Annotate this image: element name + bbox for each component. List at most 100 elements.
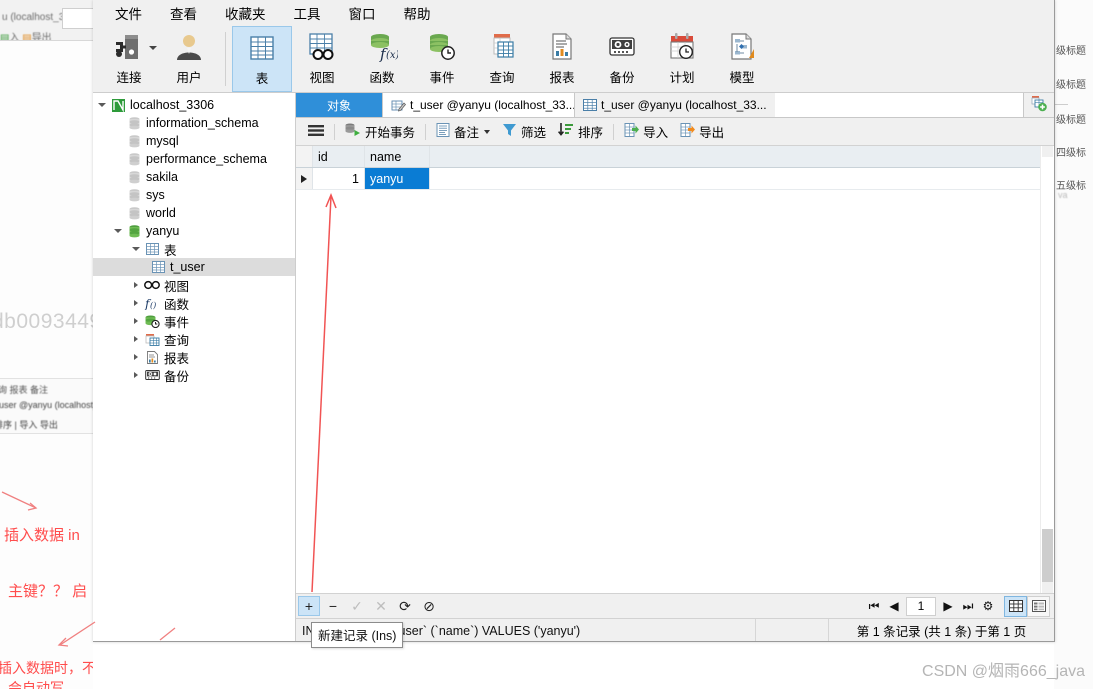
grid-vertical-scrollbar[interactable] xyxy=(1040,146,1054,593)
delete-record-button[interactable]: − xyxy=(322,596,344,616)
tree-node-label: 备份 xyxy=(164,369,190,384)
chevron-right-icon[interactable] xyxy=(129,282,143,288)
chevron-right-icon[interactable] xyxy=(129,354,143,360)
tree-node-views[interactable]: 视图 xyxy=(93,276,295,294)
grid-header-name[interactable]: name xyxy=(365,146,430,167)
ribbon-table[interactable]: 表 xyxy=(232,26,292,92)
tab-objects[interactable]: 对象 xyxy=(296,93,383,117)
background-outline-item-4: 四级标 xyxy=(1056,148,1086,159)
prev-page-button[interactable]: ◀ xyxy=(884,599,904,613)
new-object-button[interactable] xyxy=(1024,93,1054,117)
grid-header-row: id name xyxy=(296,146,1054,168)
new-object-icon xyxy=(1030,95,1048,115)
ribbon-backup[interactable]: 备份 xyxy=(592,26,652,92)
chevron-down-icon[interactable] xyxy=(484,129,491,134)
connection-icon xyxy=(112,30,146,64)
ribbon-model[interactable]: 模型 xyxy=(712,26,772,92)
filter-button[interactable]: 筛选 xyxy=(496,120,552,143)
ribbon-user[interactable]: 用户 xyxy=(159,26,219,92)
tree-node-label: t_user xyxy=(170,260,205,274)
tab-design-table[interactable]: t_user @yanyu (localhost_33... xyxy=(383,93,575,117)
tree-node-world[interactable]: world xyxy=(93,204,295,222)
tree-node-queries[interactable]: 查询 xyxy=(93,330,295,348)
ribbon-connection[interactable]: 连接 xyxy=(99,26,159,92)
tree-node-events[interactable]: 事件 xyxy=(93,312,295,330)
ribbon-function[interactable]: f (x) 函数 xyxy=(352,26,412,92)
export-button[interactable]: 导出 xyxy=(674,120,730,143)
ribbon-view-label: 视图 xyxy=(309,71,335,85)
stop-button[interactable]: ⊘ xyxy=(418,596,440,616)
scroll-thumb[interactable] xyxy=(1042,529,1053,587)
design-table-icon xyxy=(391,99,406,112)
ribbon-event-label: 事件 xyxy=(429,71,455,85)
tree-node-label: sys xyxy=(146,188,165,202)
ribbon-report[interactable]: 报表 xyxy=(532,26,592,92)
menu-file[interactable]: 文件 xyxy=(101,0,156,26)
refresh-button[interactable]: ⟳ xyxy=(394,596,416,616)
import-icon xyxy=(624,123,640,140)
import-button[interactable]: 导入 xyxy=(618,120,674,143)
form-view-button[interactable] xyxy=(1027,595,1050,617)
tree-node-localhost_3306[interactable]: localhost_3306 xyxy=(93,96,295,114)
next-page-button[interactable]: ▶ xyxy=(938,599,958,613)
first-page-button[interactable]: ⏮ xyxy=(864,599,884,614)
menu-tools[interactable]: 工具 xyxy=(280,0,335,26)
chevron-down-icon[interactable] xyxy=(111,229,125,233)
apply-change-button[interactable]: ✓ xyxy=(346,596,368,616)
chevron-down-icon[interactable] xyxy=(95,103,109,107)
page-number-input[interactable]: 1 xyxy=(906,596,936,616)
tab-label: 对象 xyxy=(326,98,351,113)
tree-node-sakila[interactable]: sakila xyxy=(93,168,295,186)
chevron-right-icon[interactable] xyxy=(129,300,143,306)
grid-header-id[interactable]: id xyxy=(313,146,365,167)
database-icon xyxy=(125,134,143,148)
tree-node-information_schema[interactable]: information_schema xyxy=(93,114,295,132)
last-page-button[interactable]: ⏭ xyxy=(958,599,978,614)
tree-node-yanyu[interactable]: yanyu xyxy=(93,222,295,240)
scroll-down-button[interactable] xyxy=(1042,582,1053,593)
menu-window[interactable]: 窗口 xyxy=(335,0,390,26)
menu-view[interactable]: 查看 xyxy=(156,0,211,26)
chevron-right-icon[interactable] xyxy=(129,336,143,342)
ribbon-schedule[interactable]: 计划 xyxy=(652,26,712,92)
grid-menu-button[interactable] xyxy=(302,122,330,142)
tree-node-sys[interactable]: sys xyxy=(93,186,295,204)
tree-node-tables[interactable]: 表 xyxy=(93,240,295,258)
toolbar-separator xyxy=(613,123,615,140)
ribbon-query[interactable]: 查询 xyxy=(472,26,532,92)
cancel-change-button[interactable]: ✕ xyxy=(370,596,392,616)
menu-favorites[interactable]: 收藏夹 xyxy=(211,0,280,26)
tree-node-backups[interactable]: 备份 xyxy=(93,366,295,384)
database-open-icon xyxy=(125,224,143,238)
background-outline-item-2: 级标题 xyxy=(1056,80,1086,91)
sort-button[interactable]: 排序 xyxy=(552,120,609,143)
gear-icon[interactable]: ⚙ xyxy=(978,599,998,613)
navicat-window: 文件 查看 收藏夹 工具 窗口 帮助 连接 用户 表 视图 f (x 函数 事件… xyxy=(93,0,1055,642)
menu-help[interactable]: 帮助 xyxy=(390,0,445,26)
chevron-down-icon[interactable] xyxy=(149,46,157,50)
note-button[interactable]: 备注 xyxy=(430,120,496,143)
ribbon-event[interactable]: 事件 xyxy=(412,26,472,92)
cell-id[interactable]: 1 xyxy=(313,168,365,189)
ribbon-separator xyxy=(225,32,226,86)
table-row[interactable]: 1 yanyu xyxy=(296,168,1054,190)
tab-table-data[interactable]: t_user @yanyu (localhost_33... xyxy=(575,93,775,117)
tree-node-performance_schema[interactable]: performance_schema xyxy=(93,150,295,168)
tree-node-functions[interactable]: f() 函数 xyxy=(93,294,295,312)
data-grid[interactable]: id name 1 yanyu xyxy=(296,146,1054,593)
begin-transaction-button[interactable]: 开始事务 xyxy=(339,120,421,143)
ribbon-toolbar: 连接 用户 表 视图 f (x 函数 事件 查询 报表 备份 计划 模型 xyxy=(93,26,1054,93)
grid-view-button[interactable] xyxy=(1004,595,1027,617)
tree-node-mysql[interactable]: mysql xyxy=(93,132,295,150)
chevron-right-icon[interactable] xyxy=(129,318,143,324)
table-icon xyxy=(149,261,167,273)
chevron-down-icon[interactable] xyxy=(129,247,143,251)
ribbon-view[interactable]: 视图 xyxy=(292,26,352,92)
chevron-right-icon[interactable] xyxy=(129,372,143,378)
scroll-up-button[interactable] xyxy=(1042,146,1053,157)
background-mid-row-1: 询 报表 备注 xyxy=(0,385,49,395)
cell-name[interactable]: yanyu xyxy=(365,168,430,189)
add-record-button[interactable]: + xyxy=(298,596,320,616)
tree-node-reports[interactable]: 报表 xyxy=(93,348,295,366)
tree-node-t_user[interactable]: t_user xyxy=(93,258,295,276)
